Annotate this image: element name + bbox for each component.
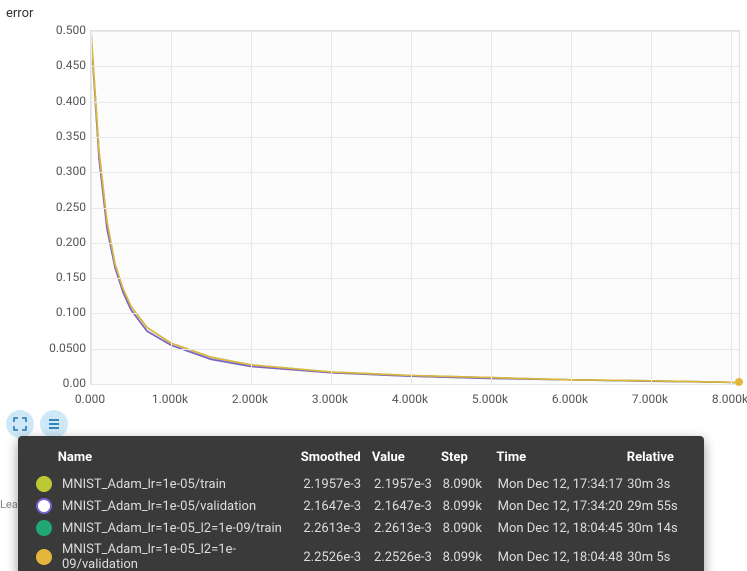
series-swatch-icon (36, 549, 52, 565)
x-tick-label: 3.000k (312, 392, 348, 406)
row-relative: 29m 55s (627, 499, 686, 514)
tooltip-row[interactable]: MNIST_Adam_lr=1e-05/train2.1957e-32.1957… (36, 473, 686, 495)
x-tick-label: 6.000k (552, 392, 588, 406)
row-relative: 30m 5s (627, 550, 686, 565)
tooltip-row[interactable]: MNIST_Adam_lr=1e-05_l2=1e-09/train2.2613… (36, 517, 686, 539)
col-step: Step (441, 450, 496, 465)
x-tick-label: 5.000k (472, 392, 508, 406)
truncated-text: Lea (0, 498, 18, 511)
x-tick-label: 8.000k (712, 392, 747, 406)
series-swatch-icon (36, 498, 52, 514)
y-tick-label: 0.500 (40, 23, 86, 37)
x-tick-label: 4.000k (392, 392, 428, 406)
y-tick-label: 0.100 (40, 305, 86, 319)
chart-title: error (6, 6, 33, 21)
row-smoothed: 2.1957e-3 (303, 477, 374, 492)
series-endpoint-marker (735, 378, 743, 386)
series-swatch-icon (36, 476, 52, 492)
col-name: Name (58, 450, 301, 465)
row-time: Mon Dec 12, 17:34:20 (498, 499, 628, 514)
row-value: 2.2526e-3 (374, 550, 443, 565)
row-time: Mon Dec 12, 18:04:48 (498, 550, 628, 565)
y-tick-label: 0.450 (40, 58, 86, 72)
series-swatch-icon (36, 520, 52, 536)
col-smoothed: Smoothed (301, 450, 372, 465)
y-tick-label: 0.0500 (40, 341, 86, 355)
row-value: 2.2613e-3 (374, 521, 443, 536)
row-step: 8.099k (443, 550, 498, 565)
y-tick-label: 0.150 (40, 270, 86, 284)
y-tick-label: 0.400 (40, 94, 86, 108)
y-tick-label: 0.300 (40, 164, 86, 178)
row-smoothed: 2.1647e-3 (303, 499, 374, 514)
col-time: Time (496, 450, 626, 465)
row-time: Mon Dec 12, 18:04:45 (498, 521, 628, 536)
col-value: Value (372, 450, 441, 465)
row-name: MNIST_Adam_lr=1e-05_l2=1e-09/validation (62, 542, 303, 571)
y-tick-label: 0.00 (40, 376, 86, 390)
row-name: MNIST_Adam_lr=1e-05_l2=1e-09/train (62, 521, 303, 536)
x-tick-label: 7.000k (632, 392, 668, 406)
row-step: 8.099k (443, 499, 498, 514)
row-name: MNIST_Adam_lr=1e-05/validation (62, 499, 303, 514)
row-value: 2.1957e-3 (374, 477, 443, 492)
row-relative: 30m 3s (627, 477, 686, 492)
run-tooltip: Name Smoothed Value Step Time Relative M… (18, 436, 704, 571)
y-tick-label: 0.200 (40, 235, 86, 249)
series-line[interactable] (91, 35, 739, 383)
row-smoothed: 2.2526e-3 (303, 550, 374, 565)
row-relative: 30m 14s (627, 521, 686, 536)
row-step: 8.090k (443, 521, 498, 536)
row-time: Mon Dec 12, 17:34:17 (498, 477, 628, 492)
row-name: MNIST_Adam_lr=1e-05/train (62, 477, 303, 492)
row-step: 8.090k (443, 477, 498, 492)
tooltip-row[interactable]: MNIST_Adam_lr=1e-05_l2=1e-09/validation2… (36, 539, 686, 571)
y-tick-label: 0.250 (40, 200, 86, 214)
chart-toolbar (6, 410, 68, 438)
row-smoothed: 2.2613e-3 (303, 521, 374, 536)
y-tick-label: 0.350 (40, 129, 86, 143)
tooltip-row[interactable]: MNIST_Adam_lr=1e-05/validation2.1647e-32… (36, 495, 686, 517)
chart-plot-area[interactable] (90, 30, 740, 385)
x-tick-label: 1.000k (152, 392, 188, 406)
list-icon[interactable] (40, 410, 68, 438)
x-tick-label: 0.000 (75, 392, 105, 406)
expand-icon[interactable] (6, 410, 34, 438)
x-tick-label: 2.000k (232, 392, 268, 406)
col-relative: Relative (627, 450, 686, 465)
row-value: 2.1647e-3 (374, 499, 443, 514)
